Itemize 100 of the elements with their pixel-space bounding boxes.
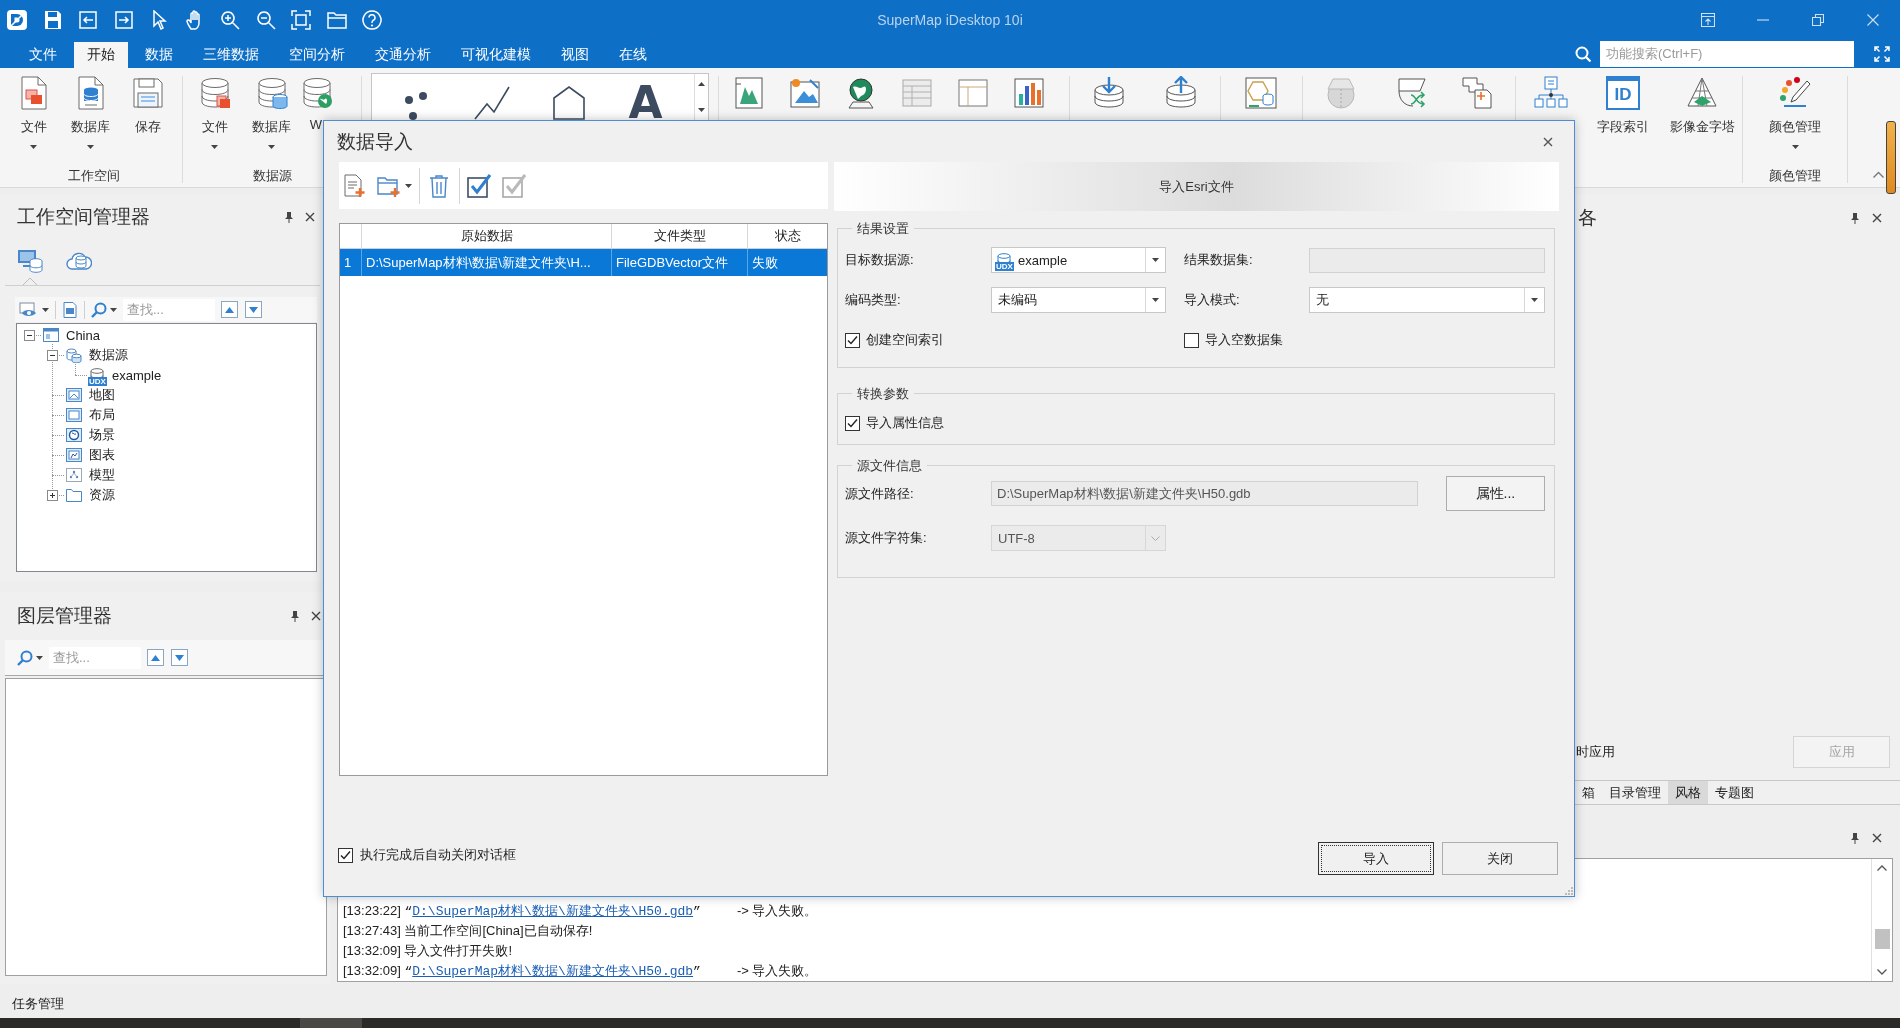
file-add-icon[interactable] bbox=[342, 173, 366, 198]
zoom-out-icon[interactable] bbox=[255, 9, 276, 30]
menu-tab[interactable]: 三维数据 bbox=[190, 42, 272, 68]
scrollbar-thumb[interactable] bbox=[1874, 929, 1890, 949]
menu-tab[interactable]: 开始 bbox=[74, 42, 128, 68]
tree-item[interactable]: 图表 bbox=[89, 446, 115, 464]
pin-icon[interactable] bbox=[1851, 212, 1859, 224]
tree-item[interactable]: 布局 bbox=[89, 406, 115, 424]
folder-icon[interactable] bbox=[326, 9, 347, 30]
tree-item[interactable]: 资源 bbox=[89, 486, 115, 504]
zoom-in-icon[interactable] bbox=[220, 9, 240, 30]
ribbon-button[interactable]: 文件 bbox=[5, 76, 62, 152]
dropdown[interactable]: 未编码 bbox=[991, 287, 1166, 313]
restore-icon[interactable] bbox=[1811, 13, 1824, 26]
pin-icon[interactable] bbox=[291, 610, 299, 622]
search-field[interactable]: 查找... bbox=[123, 298, 215, 321]
panel-tab[interactable]: 专题图 bbox=[1708, 781, 1761, 804]
checked-box-icon[interactable] bbox=[467, 173, 491, 198]
checkbox[interactable] bbox=[338, 847, 353, 863]
document-icon[interactable] bbox=[62, 301, 78, 318]
checkbox[interactable] bbox=[845, 415, 860, 431]
frame-corners-icon[interactable] bbox=[291, 9, 311, 30]
search-field[interactable]: 功能搜索(Ctrl+F) bbox=[1600, 40, 1854, 67]
dropdown[interactable]: 无 bbox=[1309, 287, 1545, 313]
ribbon-button[interactable]: ID 字段索引 bbox=[1584, 76, 1662, 152]
ribbon-button[interactable]: 影像金字塔 bbox=[1662, 76, 1742, 152]
menu-tab[interactable]: 空间分析 bbox=[276, 42, 358, 68]
tree-item[interactable]: 场景 bbox=[89, 426, 115, 444]
fullscreen-icon[interactable] bbox=[1874, 45, 1890, 62]
panel-tab[interactable] bbox=[17, 247, 43, 285]
panel-tab[interactable]: 目录管理 bbox=[1602, 781, 1668, 804]
ribbon-button[interactable]: 颜色管理 bbox=[1743, 76, 1847, 152]
menu-tab[interactable]: 可视化建模 bbox=[448, 42, 544, 68]
collapse-icon[interactable] bbox=[23, 329, 35, 341]
ribbon-button[interactable]: 数据库 bbox=[243, 76, 300, 152]
caret-down-icon[interactable] bbox=[36, 655, 43, 660]
checked-box-icon[interactable] bbox=[502, 173, 526, 198]
dialog-button[interactable]: 关闭 bbox=[1442, 842, 1558, 875]
search-field[interactable]: 查找... bbox=[49, 646, 141, 669]
resize-grip-icon[interactable] bbox=[1565, 887, 1573, 895]
ribbon-button[interactable]: 保存 bbox=[119, 76, 176, 152]
scrollbar[interactable] bbox=[1886, 121, 1896, 194]
collapse-icon[interactable] bbox=[46, 349, 58, 361]
move-down-button[interactable] bbox=[171, 649, 188, 666]
dialog-button[interactable]: 导入 bbox=[1318, 842, 1434, 875]
database-download-icon[interactable] bbox=[1092, 76, 1126, 110]
caret-down-icon[interactable] bbox=[110, 307, 117, 312]
close-icon[interactable] bbox=[1543, 136, 1553, 147]
chevron-down-icon[interactable] bbox=[1877, 969, 1887, 975]
tree-item[interactable]: 数据源 bbox=[89, 346, 128, 364]
file-link[interactable]: D:\SuperMap材料\数据\新建文件夹\H50.gdb bbox=[412, 964, 694, 979]
pin-icon[interactable] bbox=[285, 211, 293, 223]
database-upload-icon[interactable] bbox=[1164, 76, 1198, 110]
menu-tab[interactable]: 视图 bbox=[548, 42, 602, 68]
bar-chart-icon[interactable] bbox=[1012, 76, 1046, 110]
caret-up-icon[interactable] bbox=[698, 82, 705, 86]
close-icon[interactable] bbox=[1872, 833, 1882, 843]
panel-tab[interactable]: 箱 bbox=[1575, 781, 1602, 804]
dropdown[interactable]: UDX example bbox=[991, 247, 1166, 273]
tree-item[interactable]: China bbox=[66, 327, 100, 343]
line-icon[interactable] bbox=[473, 86, 510, 120]
search-icon[interactable] bbox=[91, 301, 107, 318]
menu-tab[interactable]: 交通分析 bbox=[362, 42, 444, 68]
menu-tab[interactable]: 数据 bbox=[132, 42, 186, 68]
move-down-button[interactable] bbox=[245, 301, 262, 318]
text-style-sample[interactable]: A bbox=[628, 86, 663, 120]
expand-icon[interactable] bbox=[46, 489, 58, 501]
tree-item[interactable]: example bbox=[112, 367, 162, 383]
move-up-button[interactable] bbox=[221, 301, 238, 318]
menu-tab[interactable]: 在线 bbox=[606, 42, 660, 68]
move-up-button[interactable] bbox=[147, 649, 164, 666]
polygon-icon[interactable] bbox=[552, 86, 585, 120]
close-icon[interactable] bbox=[1872, 213, 1882, 223]
arrow-in-box-icon[interactable] bbox=[78, 9, 98, 30]
caret-down-icon[interactable] bbox=[405, 183, 412, 188]
tree-item[interactable]: 模型 bbox=[89, 466, 115, 484]
table-row[interactable]: 1 D:\SuperMap材料\数据\新建文件夹\H... FileGDBVector文件 失败 bbox=[340, 249, 827, 276]
search-icon[interactable] bbox=[17, 649, 33, 666]
tree-item[interactable]: 地图 bbox=[89, 386, 115, 404]
box-arrow-up-icon[interactable] bbox=[1700, 12, 1715, 27]
checkbox[interactable] bbox=[1184, 332, 1199, 348]
close-icon[interactable] bbox=[311, 611, 321, 621]
chevron-up-icon[interactable] bbox=[1873, 171, 1884, 178]
caret-down-icon[interactable] bbox=[42, 307, 49, 312]
help-icon[interactable] bbox=[362, 9, 382, 30]
image-icon[interactable] bbox=[788, 76, 822, 110]
search-icon[interactable] bbox=[1575, 45, 1591, 62]
panel-tab[interactable]: 风格 bbox=[1668, 781, 1708, 804]
arrow-out-box-icon[interactable] bbox=[113, 9, 134, 30]
map-icon[interactable] bbox=[732, 76, 766, 110]
file-link[interactable]: D:\SuperMap材料\数据\新建文件夹\H50.gdb bbox=[412, 904, 694, 919]
save-icon[interactable] bbox=[42, 9, 63, 30]
trash-icon[interactable] bbox=[427, 173, 451, 198]
pin-icon[interactable] bbox=[1851, 832, 1859, 844]
chevron-up-icon[interactable] bbox=[1877, 865, 1887, 871]
checkbox[interactable] bbox=[845, 332, 860, 348]
ribbon-button[interactable]: 数据库 bbox=[62, 76, 119, 152]
menu-tab[interactable]: 文件 bbox=[16, 42, 70, 68]
hierarchy-icon[interactable] bbox=[1534, 76, 1568, 110]
ribbon-button[interactable]: 文件 bbox=[186, 76, 243, 152]
